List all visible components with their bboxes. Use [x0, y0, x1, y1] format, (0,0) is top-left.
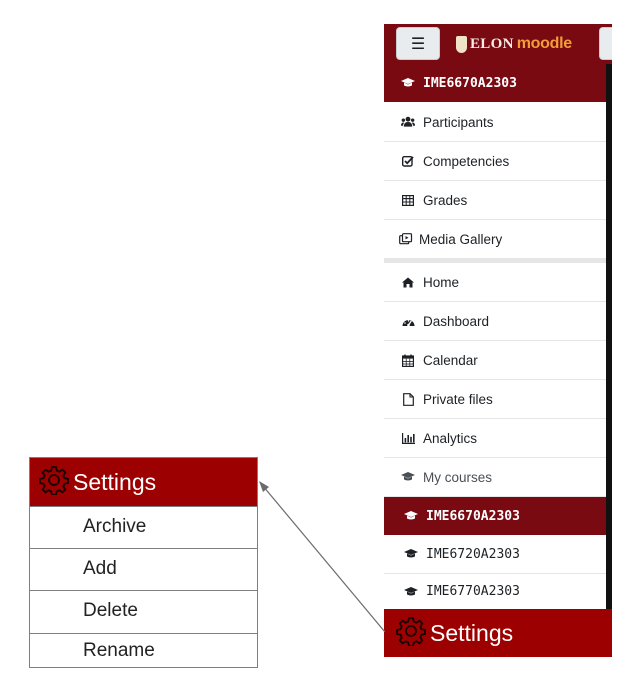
dashboard-icon	[401, 314, 415, 328]
graduation-cap-icon	[401, 76, 415, 90]
nav-item-label: Competencies	[423, 153, 510, 169]
settings-menu-title: Settings	[73, 468, 157, 495]
logo-text: ELON	[470, 35, 514, 52]
home-icon	[401, 275, 415, 289]
graduation-cap-icon	[404, 509, 418, 523]
graduation-cap-icon	[404, 585, 418, 599]
nav-item-course-ime6670[interactable]: IME6670A2303	[384, 497, 606, 535]
nav-item-label: Grades	[423, 192, 468, 208]
graduation-cap-icon	[401, 470, 415, 484]
gear-icon	[396, 616, 426, 651]
checkbox-icon	[401, 154, 415, 168]
menu-item-label: Rename	[83, 639, 155, 661]
menu-item-delete[interactable]: Delete	[30, 590, 257, 631]
menu-item-add[interactable]: Add	[30, 548, 257, 589]
topbar-button[interactable]	[599, 27, 612, 60]
gear-icon	[39, 465, 69, 500]
hamburger-icon: ☰	[410, 33, 426, 53]
nav-item-label: IME6770A2303	[426, 584, 520, 599]
nav-item-my-courses[interactable]: My courses	[384, 458, 606, 497]
logo-product: moodle	[516, 35, 572, 52]
menu-item-rename[interactable]: Rename	[30, 633, 257, 667]
settings-menu-header[interactable]: Settings	[30, 458, 257, 506]
nav-item-label: Analytics	[423, 430, 478, 446]
nav-item-label: IME6720A2303	[426, 546, 520, 562]
nav-item-label: IME6670A2303	[426, 508, 520, 524]
nav-item-label: My courses	[423, 469, 493, 485]
nav-item-participants[interactable]: Participants	[384, 103, 606, 142]
calendar-icon	[401, 353, 415, 367]
chart-icon	[401, 431, 415, 445]
nav-item-private-files[interactable]: Private files	[384, 380, 606, 419]
drawer-toggle-button[interactable]: ☰	[396, 27, 440, 60]
nav-item-calendar[interactable]: Calendar	[384, 341, 606, 380]
nav-item-label: Dashboard	[423, 313, 490, 329]
menu-item-label: Add	[83, 558, 117, 579]
nav-item-label: Calendar	[423, 352, 478, 368]
table-icon	[401, 193, 415, 207]
graduation-cap-icon	[404, 547, 418, 561]
nav-item-media-gallery[interactable]: Media Gallery	[384, 220, 606, 259]
nav-item-label: IME6670A2303	[423, 75, 517, 91]
nav-item-label: Private files	[423, 391, 493, 407]
settings-button[interactable]: Settings	[384, 609, 612, 657]
drawer-scrollbar[interactable]	[606, 64, 612, 609]
nav-item-label: Participants	[423, 114, 494, 130]
nav-item-dashboard[interactable]: Dashboard	[384, 302, 606, 341]
settings-label: Settings	[430, 619, 514, 646]
nav-item-analytics[interactable]: Analytics	[384, 419, 606, 458]
nav-item-label: Media Gallery	[419, 231, 503, 247]
nav-item-grades[interactable]: Grades	[384, 181, 606, 220]
nav-item-home[interactable]: Home	[384, 263, 606, 302]
menu-item-label: Archive	[83, 516, 147, 537]
file-icon	[401, 392, 415, 406]
nav-item-label: Home	[423, 274, 460, 290]
menu-item-label: Delete	[83, 600, 138, 621]
nav-item-course-ime6770[interactable]: IME6770A2303	[384, 574, 606, 609]
users-icon	[401, 115, 415, 129]
nav-item-current-course[interactable]: IME6670A2303	[384, 64, 606, 102]
shield-icon	[456, 35, 467, 53]
site-logo[interactable]: ELON moodle	[456, 33, 572, 55]
media-icon	[399, 232, 413, 246]
nav-item-course-ime6720[interactable]: IME6720A2303	[384, 535, 606, 574]
menu-item-archive[interactable]: Archive	[30, 506, 257, 547]
nav-item-competencies[interactable]: Competencies	[384, 142, 606, 181]
